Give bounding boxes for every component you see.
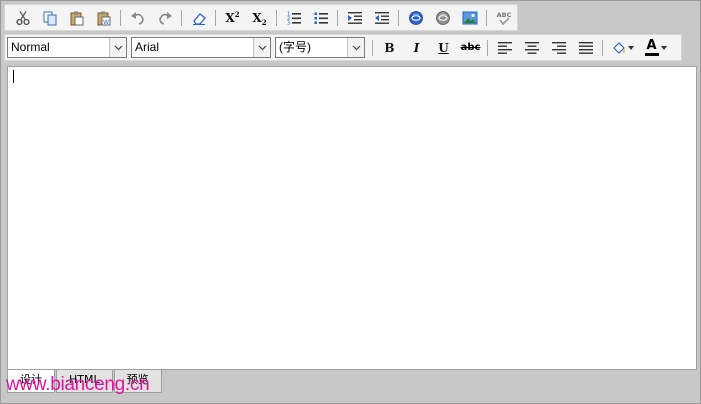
- bold-icon: B: [384, 40, 395, 55]
- subscript-button[interactable]: X2: [248, 7, 272, 29]
- chevron-down-icon: [258, 45, 266, 50]
- svg-text:ABC: ABC: [496, 11, 511, 19]
- mode-tabs: 设计 HTML 预览: [7, 370, 163, 393]
- redo-button[interactable]: [153, 7, 177, 29]
- insert-link-button[interactable]: [404, 7, 428, 29]
- image-icon: [462, 11, 477, 24]
- superscript-icon: X2: [225, 9, 240, 25]
- underline-icon: U: [438, 40, 449, 55]
- font-select-value: Arial: [135, 40, 160, 54]
- chevron-down-icon: [627, 45, 634, 50]
- copy-button[interactable]: [38, 7, 62, 29]
- ordered-list-icon: 1 2 3: [287, 11, 301, 26]
- ordered-list-button[interactable]: 1 2 3: [282, 7, 306, 29]
- copy-icon: [43, 11, 56, 25]
- format-dropdown-button[interactable]: [109, 38, 126, 57]
- indent-icon: [347, 11, 362, 24]
- toolbar-separator: [602, 39, 603, 56]
- spellcheck-button[interactable]: ABC: [492, 7, 516, 29]
- insert-image-button[interactable]: [458, 7, 482, 29]
- strikethrough-button[interactable]: abc: [459, 37, 483, 59]
- paste-button[interactable]: [65, 7, 89, 29]
- unordered-list-icon: [314, 12, 328, 24]
- underline-button[interactable]: U: [432, 37, 456, 59]
- toolbar-separator: [215, 9, 216, 26]
- toolbar-row-1: W X2 X2 1 2 3 ABC: [4, 4, 518, 31]
- eraser-icon: [192, 12, 206, 25]
- toolbar-separator: [337, 9, 338, 26]
- align-center-icon: [524, 41, 539, 54]
- text-caret: [13, 70, 14, 83]
- unordered-list-button[interactable]: [309, 7, 333, 29]
- align-right-icon: [551, 41, 566, 54]
- align-right-button[interactable]: [547, 37, 571, 59]
- bold-button[interactable]: B: [378, 37, 402, 59]
- paste-icon: [70, 11, 83, 25]
- chevron-down-icon: [660, 45, 667, 50]
- undo-button[interactable]: [126, 7, 150, 29]
- toolbar-separator: [276, 9, 277, 26]
- chevron-down-icon: [114, 45, 122, 50]
- outdent-icon: [374, 11, 389, 24]
- redo-icon: [158, 11, 172, 25]
- font-color-icon: A: [644, 39, 659, 56]
- font-size-select[interactable]: (字号): [275, 37, 365, 58]
- font-color-button[interactable]: A: [641, 37, 671, 59]
- align-justify-icon: [578, 41, 593, 54]
- align-left-button[interactable]: [493, 37, 517, 59]
- format-select[interactable]: Normal: [7, 37, 127, 58]
- font-select[interactable]: Arial: [131, 37, 271, 58]
- toolbar-row-2: Normal Arial (字号) B I U abc A: [4, 34, 682, 61]
- toolbar-separator: [372, 39, 373, 56]
- decrease-indent-button[interactable]: [343, 7, 367, 29]
- toolbar-separator: [487, 39, 488, 56]
- font-dropdown-button[interactable]: [253, 38, 270, 57]
- highlight-color-button[interactable]: [608, 37, 638, 59]
- strikethrough-icon: abc: [460, 42, 481, 53]
- toolbar-separator: [398, 9, 399, 26]
- tab-design[interactable]: 设计: [7, 370, 55, 393]
- toolbar-separator: [181, 9, 182, 26]
- tab-preview[interactable]: 预览: [113, 370, 162, 393]
- paint-bucket-icon: [612, 41, 625, 54]
- align-justify-button[interactable]: [574, 37, 598, 59]
- italic-button[interactable]: I: [405, 37, 429, 59]
- align-center-button[interactable]: [520, 37, 544, 59]
- remove-format-button[interactable]: [187, 7, 211, 29]
- toolbar-separator: [120, 9, 121, 26]
- align-left-icon: [497, 41, 512, 54]
- paste-word-icon: W: [97, 11, 110, 26]
- cut-icon: [15, 10, 30, 25]
- paste-word-button[interactable]: W: [92, 7, 116, 29]
- subscript-icon: X2: [252, 10, 267, 27]
- remove-link-button[interactable]: [431, 7, 455, 29]
- unlink-icon: [435, 10, 450, 25]
- superscript-button[interactable]: X2: [221, 7, 245, 29]
- format-select-value: Normal: [11, 40, 50, 54]
- spellcheck-icon: ABC: [496, 11, 511, 25]
- increase-indent-button[interactable]: [370, 7, 394, 29]
- rich-text-editor: W X2 X2 1 2 3 ABC Normal Arial (字号) B I …: [0, 0, 701, 404]
- font-size-select-value: (字号): [279, 40, 311, 54]
- toolbar-separator: [486, 9, 487, 26]
- undo-icon: [130, 11, 144, 25]
- svg-text:3: 3: [287, 20, 290, 26]
- link-icon: [408, 10, 423, 25]
- tab-html[interactable]: HTML: [56, 370, 113, 393]
- italic-icon: I: [413, 40, 420, 55]
- svg-text:W: W: [103, 19, 109, 26]
- chevron-down-icon: [352, 45, 360, 50]
- font-size-dropdown-button[interactable]: [347, 38, 364, 57]
- editor-content-area[interactable]: [7, 66, 697, 370]
- cut-button[interactable]: [11, 7, 35, 29]
